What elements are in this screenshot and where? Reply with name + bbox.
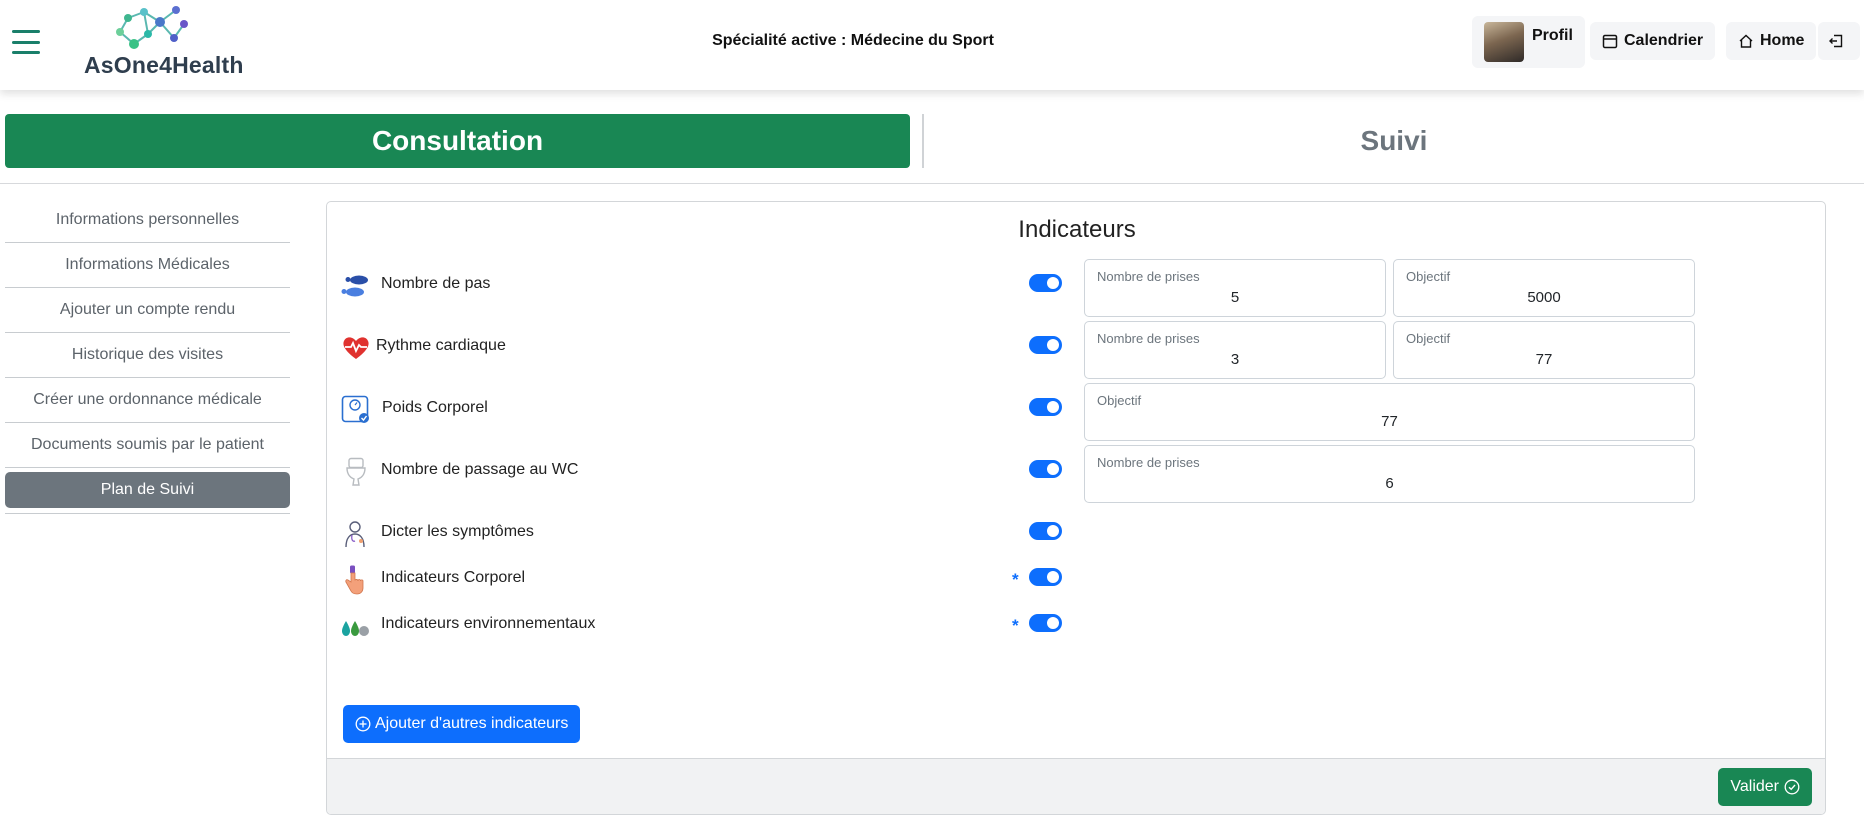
field-label: Nombre de prises — [1097, 269, 1200, 284]
indicator-toggle[interactable] — [1029, 522, 1062, 540]
nombre-de-prises-field[interactable]: Nombre de prises 6 — [1084, 445, 1695, 503]
field-label: Objectif — [1097, 393, 1142, 408]
sidebar-item-creer-ordonnance[interactable]: Créer une ordonnance médicale — [5, 378, 290, 423]
sidebar-item-ajouter-compte-rendu[interactable]: Ajouter un compte rendu — [5, 288, 290, 333]
toilet-icon — [346, 457, 366, 486]
weight-scale-icon — [341, 395, 369, 423]
tab-suivi[interactable]: Suivi — [924, 114, 1864, 168]
indicator-toggle[interactable] — [1029, 336, 1062, 354]
doctor-icon — [345, 521, 365, 548]
field-label: Nombre de prises — [1097, 331, 1200, 346]
objectif-field[interactable]: Objectif 77 — [1084, 383, 1695, 441]
water-drops-icon — [342, 621, 369, 636]
calendar-button[interactable]: Calendrier — [1590, 22, 1716, 60]
indicator-toggle[interactable] — [1029, 614, 1062, 632]
field-label: Nombre de prises — [1097, 455, 1200, 470]
sidebar-divider — [5, 508, 290, 514]
indicator-toggle[interactable] — [1029, 398, 1062, 416]
logout-button[interactable] — [1818, 22, 1860, 60]
valider-button[interactable]: Valider — [1718, 768, 1812, 806]
nombre-de-prises-field[interactable]: Nombre de prises 5 — [1084, 259, 1386, 317]
tab-consultation[interactable]: Consultation — [5, 114, 910, 168]
indicator-label: Indicateurs Corporel — [381, 569, 526, 586]
indicator-label: Indicateurs environnementaux — [381, 615, 596, 632]
objectif-field[interactable]: Objectif 77 — [1393, 321, 1695, 379]
field-label: Objectif — [1406, 331, 1451, 346]
indicators-card: Indicateurs Nombre de pas Nombre de pris… — [326, 201, 1826, 815]
active-specialty: Spécialité active : Médecine du Sport — [712, 32, 994, 49]
logout-icon — [1829, 34, 1843, 48]
finger-sensor-icon — [345, 565, 364, 595]
field-value: 5000 — [1527, 289, 1561, 306]
indicator-label: Dicter les symptômes — [381, 523, 534, 540]
profile-button[interactable]: Profil — [1472, 16, 1585, 68]
indicator-label: Nombre de pas — [381, 275, 491, 292]
valider-label: Valider — [1730, 778, 1779, 795]
field-label: Objectif — [1406, 269, 1451, 284]
indicator-toggle[interactable] — [1029, 274, 1062, 292]
check-circle-icon — [1784, 779, 1800, 795]
home-label: Home — [1760, 32, 1805, 49]
indicator-label: Rythme cardiaque — [376, 337, 506, 354]
indicator-toggle[interactable] — [1029, 568, 1062, 586]
heart-rate-icon — [343, 337, 369, 359]
field-value: 5 — [1230, 289, 1240, 306]
top-navbar: AsOne4Health Spécialité active : Médecin… — [0, 0, 1864, 90]
indicator-toggle[interactable] — [1029, 460, 1062, 478]
field-value: 3 — [1230, 351, 1240, 368]
sidebar-item-plan-de-suivi[interactable]: Plan de Suivi — [5, 472, 290, 508]
calendar-icon — [1602, 34, 1618, 49]
add-indicators-label: Ajouter d'autres indicateurs — [375, 715, 569, 732]
add-indicators-button[interactable]: Ajouter d'autres indicateurs — [343, 705, 581, 743]
sidebar-item-informations-personnelles[interactable]: Informations personnelles — [5, 198, 290, 243]
sidebar-item-historique-visites[interactable]: Historique des visites — [5, 333, 290, 378]
sidebar-item-documents-patient[interactable]: Documents soumis par le patient — [5, 423, 290, 468]
logo-text: AsOne4Health — [84, 52, 244, 78]
home-icon — [1739, 34, 1753, 48]
indicator-label: Nombre de passage au WC — [381, 461, 579, 478]
main-tabs: Consultation Suivi — [0, 108, 1864, 184]
calendar-label: Calendrier — [1624, 32, 1704, 49]
field-value: 77 — [1535, 351, 1553, 368]
objectif-field[interactable]: Objectif 5000 — [1393, 259, 1695, 317]
indicators-title: Indicateurs — [1018, 216, 1136, 243]
sidebar-item-informations-medicales[interactable]: Informations Médicales — [5, 243, 290, 288]
profile-label: Profil — [1532, 27, 1573, 44]
card-footer: Valider — [327, 758, 1825, 814]
required-mark: * — [1012, 616, 1019, 635]
avatar — [1484, 22, 1524, 62]
sidebar: Informations personnelles Informations M… — [5, 198, 290, 514]
field-value: 77 — [1381, 413, 1398, 430]
nombre-de-prises-field[interactable]: Nombre de prises 3 — [1084, 321, 1386, 379]
required-mark: * — [1012, 570, 1019, 589]
footsteps-icon — [341, 275, 368, 297]
plus-circle-icon — [355, 716, 371, 732]
indicator-label: Poids Corporel — [382, 399, 488, 416]
home-button[interactable]: Home — [1726, 22, 1817, 60]
field-value: 6 — [1385, 475, 1394, 492]
menu-icon[interactable] — [12, 30, 40, 54]
